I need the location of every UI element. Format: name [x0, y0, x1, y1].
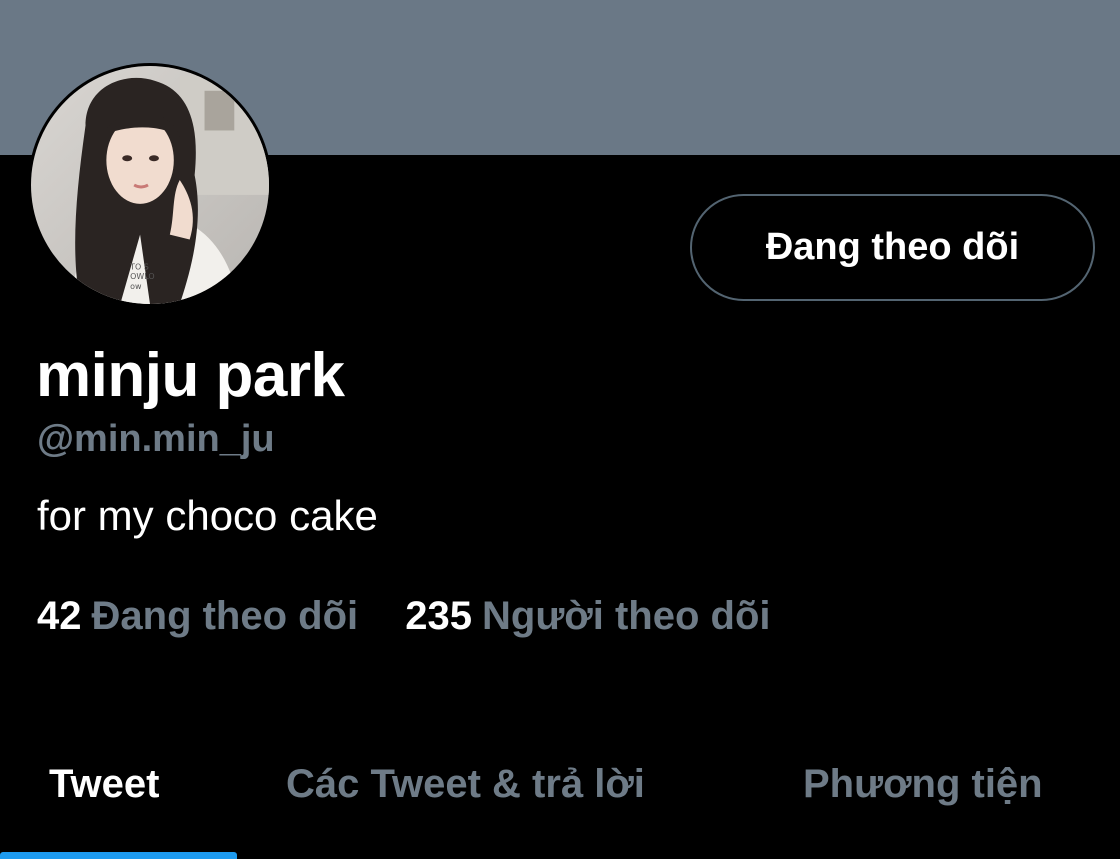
followers-stat[interactable]: 235 Người theo dõi	[405, 594, 770, 639]
profile-page: TO S OWLO ow Đang theo dõi minju park @m…	[0, 0, 1120, 859]
tab-tweet[interactable]: Tweet	[49, 762, 159, 807]
profile-bio: for my choco cake	[37, 492, 378, 539]
followers-count: 235	[405, 594, 473, 638]
svg-text:OWLO: OWLO	[130, 272, 154, 281]
following-stat[interactable]: 42 Đang theo dõi	[37, 594, 358, 639]
following-count: 42	[37, 594, 82, 638]
followers-label: Người theo dõi	[482, 594, 771, 638]
following-label: Đang theo dõi	[91, 594, 359, 638]
profile-name: minju park	[36, 341, 345, 410]
avatar-photo: TO S OWLO ow	[31, 66, 269, 304]
tab-media[interactable]: Phương tiện	[803, 762, 1043, 807]
svg-text:TO S: TO S	[129, 262, 149, 271]
profile-stats: 42 Đang theo dõi 235 Người theo dõi	[37, 594, 807, 639]
profile-tabs: Tweet Các Tweet & trả lời Phương tiện	[0, 740, 1120, 859]
active-tab-indicator	[0, 852, 237, 859]
following-button[interactable]: Đang theo dõi	[690, 194, 1095, 301]
profile-handle: @min.min_ju	[37, 418, 275, 460]
avatar[interactable]: TO S OWLO ow	[28, 63, 272, 307]
tab-tweets-and-replies[interactable]: Các Tweet & trả lời	[286, 762, 645, 807]
svg-text:ow: ow	[130, 282, 142, 291]
